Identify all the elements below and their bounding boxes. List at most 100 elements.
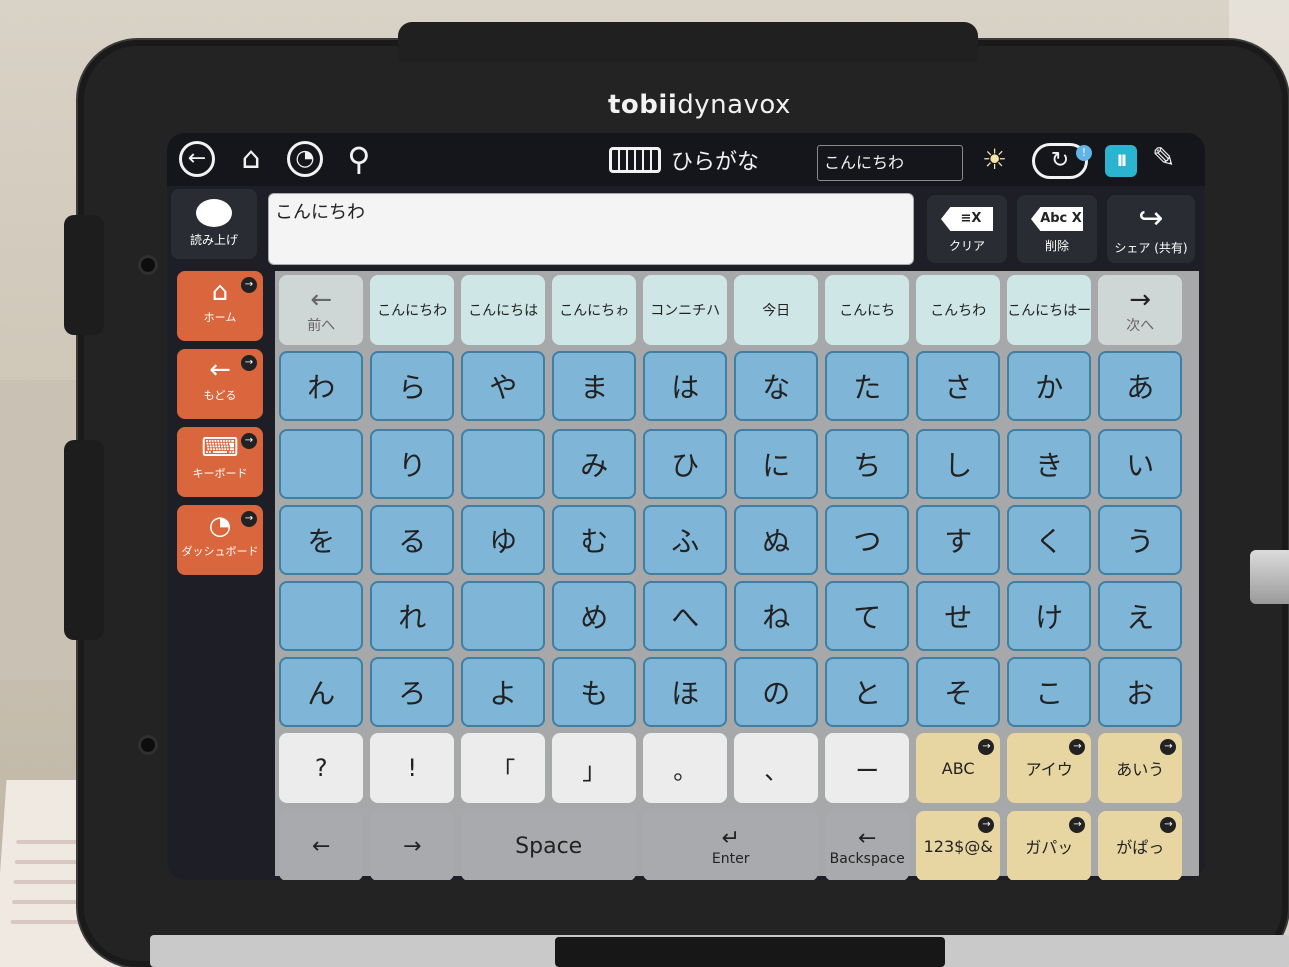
- kana-key[interactable]: え: [1098, 581, 1183, 651]
- kana-key[interactable]: に: [734, 429, 819, 499]
- kana-key-empty[interactable]: [461, 581, 546, 651]
- punctuation-key[interactable]: 。: [643, 733, 728, 803]
- kana-key[interactable]: む: [552, 505, 637, 575]
- kana-key[interactable]: け: [1007, 581, 1092, 651]
- punctuation-key[interactable]: 」: [552, 733, 637, 803]
- kana-key[interactable]: な: [734, 351, 819, 421]
- kana-key[interactable]: ね: [734, 581, 819, 651]
- share-button[interactable]: ↪ シェア (共有): [1107, 195, 1195, 263]
- prediction-item[interactable]: コンニチハ: [643, 275, 728, 345]
- kana-key[interactable]: も: [552, 657, 637, 727]
- punctuation-key[interactable]: !: [370, 733, 455, 803]
- kana-key[interactable]: よ: [461, 657, 546, 727]
- kana-key[interactable]: ま: [552, 351, 637, 421]
- kana-key[interactable]: ひ: [643, 429, 728, 499]
- kana-key[interactable]: う: [1098, 505, 1183, 575]
- search-icon[interactable]: ⚲: [341, 141, 377, 177]
- kana-key-empty[interactable]: [279, 581, 364, 651]
- prediction-item[interactable]: こんちわ: [916, 275, 1001, 345]
- prediction-item[interactable]: こんにちはー: [1007, 275, 1092, 345]
- kana-key[interactable]: つ: [825, 505, 910, 575]
- kana-key[interactable]: き: [1007, 429, 1092, 499]
- space-key[interactable]: Space: [461, 811, 637, 880]
- kana-key[interactable]: ふ: [643, 505, 728, 575]
- kana-key[interactable]: て: [825, 581, 910, 651]
- kana-key[interactable]: ほ: [643, 657, 728, 727]
- kana-key[interactable]: り: [370, 429, 455, 499]
- link-arrow-icon: →: [241, 511, 257, 527]
- mode-key[interactable]: アイウ →: [1007, 733, 1092, 803]
- link-arrow-icon: →: [978, 817, 995, 833]
- top-message-field[interactable]: こんにちわ: [817, 145, 963, 181]
- kana-key[interactable]: を: [279, 505, 364, 575]
- delete-button[interactable]: Abc X 削除: [1017, 195, 1097, 263]
- nav-back-button[interactable]: ← もどる →: [177, 349, 263, 419]
- kana-key[interactable]: あ: [1098, 351, 1183, 421]
- cursor-left-key[interactable]: ←: [279, 811, 364, 880]
- mode-key[interactable]: がぱっ →: [1098, 811, 1183, 880]
- backspace-key[interactable]: ← Backspace: [825, 811, 910, 880]
- kana-key[interactable]: れ: [370, 581, 455, 651]
- prediction-prev-button[interactable]: ← 前へ: [279, 275, 364, 345]
- lightbulb-icon[interactable]: ☀: [982, 143, 1007, 176]
- home-icon[interactable]: ⌂: [233, 141, 269, 177]
- punctuation-key[interactable]: 「: [461, 733, 546, 803]
- kana-key[interactable]: ち: [825, 429, 910, 499]
- kana-key-empty[interactable]: [461, 429, 546, 499]
- kana-key[interactable]: い: [1098, 429, 1183, 499]
- kana-key[interactable]: か: [1007, 351, 1092, 421]
- prediction-next-button[interactable]: → 次へ: [1098, 275, 1183, 345]
- prediction-item[interactable]: こんにちわ: [370, 275, 455, 345]
- kana-key[interactable]: と: [825, 657, 910, 727]
- cursor-right-key[interactable]: →: [370, 811, 455, 880]
- edit-icon[interactable]: ✎: [1152, 141, 1175, 174]
- kana-key[interactable]: わ: [279, 351, 364, 421]
- kana-key[interactable]: こ: [1007, 657, 1092, 727]
- kana-key-label: も: [580, 677, 609, 710]
- kana-key[interactable]: は: [643, 351, 728, 421]
- message-window[interactable]: こんにちわ: [268, 193, 914, 265]
- prediction-item[interactable]: こんにちは: [461, 275, 546, 345]
- mode-key[interactable]: ABC →: [916, 733, 1001, 803]
- kana-key[interactable]: や: [461, 351, 546, 421]
- nav-home-button[interactable]: ⌂ ホーム →: [177, 271, 263, 341]
- kana-key[interactable]: せ: [916, 581, 1001, 651]
- kana-key[interactable]: お: [1098, 657, 1183, 727]
- kana-key[interactable]: ん: [279, 657, 364, 727]
- kana-key[interactable]: る: [370, 505, 455, 575]
- kana-key[interactable]: し: [916, 429, 1001, 499]
- kana-key[interactable]: す: [916, 505, 1001, 575]
- kana-key[interactable]: み: [552, 429, 637, 499]
- punctuation-key[interactable]: ー: [825, 733, 910, 803]
- prediction-item[interactable]: こんにち: [825, 275, 910, 345]
- kana-key[interactable]: そ: [916, 657, 1001, 727]
- back-icon[interactable]: ←: [179, 141, 215, 177]
- kana-key[interactable]: ぬ: [734, 505, 819, 575]
- kana-key[interactable]: く: [1007, 505, 1092, 575]
- nav-dashboard-button[interactable]: ◔ ダッシュボード →: [177, 505, 263, 575]
- kana-key[interactable]: ゆ: [461, 505, 546, 575]
- enter-key-label: ↵: [721, 825, 740, 851]
- enter-key[interactable]: ↵ Enter: [643, 811, 819, 880]
- kana-key[interactable]: た: [825, 351, 910, 421]
- mode-key[interactable]: ガパッ →: [1007, 811, 1092, 880]
- prediction-item[interactable]: 今日: [734, 275, 819, 345]
- kana-key[interactable]: ろ: [370, 657, 455, 727]
- pause-button[interactable]: II: [1105, 145, 1137, 177]
- kana-key[interactable]: へ: [643, 581, 728, 651]
- nav-keyboard-button[interactable]: ⌨ キーボード →: [177, 427, 263, 497]
- dashboard-icon[interactable]: ◔: [287, 141, 323, 177]
- kana-key[interactable]: ら: [370, 351, 455, 421]
- case-bottom-strip: [150, 935, 1289, 967]
- kana-key[interactable]: さ: [916, 351, 1001, 421]
- mode-key[interactable]: 123$@& →: [916, 811, 1001, 880]
- kana-key[interactable]: め: [552, 581, 637, 651]
- prediction-item[interactable]: こんにちゎ: [552, 275, 637, 345]
- speak-button[interactable]: 読み上げ: [171, 189, 257, 259]
- mode-key[interactable]: あいう →: [1098, 733, 1183, 803]
- punctuation-key[interactable]: 、: [734, 733, 819, 803]
- clear-button[interactable]: ≡X クリア: [927, 195, 1007, 263]
- punctuation-key[interactable]: ?: [279, 733, 364, 803]
- kana-key[interactable]: の: [734, 657, 819, 727]
- kana-key-empty[interactable]: [279, 429, 364, 499]
